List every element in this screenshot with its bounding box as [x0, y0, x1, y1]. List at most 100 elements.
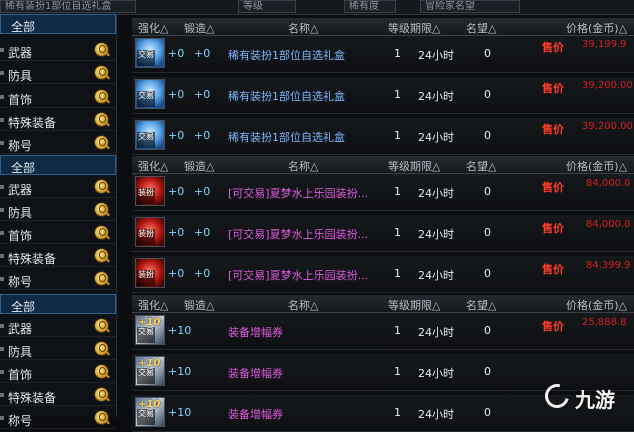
sort-fame-header[interactable]: 名望△	[466, 297, 496, 313]
expand-icon	[0, 254, 4, 258]
sidebar-item-weapon[interactable]: 武器	[0, 41, 116, 61]
search-icon[interactable]	[95, 319, 108, 332]
sidebar-item-label: 防具	[8, 69, 33, 83]
listing-row[interactable]: 交易 +0 +0 稀有装扮1部位自选礼盒 1 24小时 0 售价 39,199.…	[132, 36, 634, 73]
expand-icon	[0, 324, 4, 328]
enhance-value: +0	[168, 88, 185, 101]
search-icon[interactable]	[95, 226, 108, 239]
search-icon[interactable]	[95, 113, 108, 126]
gift-box-icon[interactable]: 交易	[135, 38, 165, 68]
expand-icon	[0, 118, 4, 122]
fame-value: 0	[484, 129, 491, 142]
fame-value: 0	[484, 324, 491, 337]
search-icon[interactable]	[95, 411, 108, 424]
expand-icon	[0, 347, 4, 351]
sort-name-header[interactable]: 名称△	[288, 297, 318, 313]
sidebar-item-title[interactable]: 称号	[0, 409, 116, 429]
search-icon[interactable]	[95, 388, 108, 401]
sidebar-item-label: 特殊装备	[8, 252, 57, 266]
sidebar-item-label: 武器	[8, 183, 33, 197]
fame-value: 0	[484, 47, 491, 60]
sort-name-header[interactable]: 名称△	[288, 158, 318, 174]
costume-icon[interactable]: 装扮	[135, 217, 165, 247]
sidebar-item-all[interactable]: 全部	[0, 155, 116, 175]
sort-enhance-header[interactable]: 强化△	[138, 297, 168, 313]
sidebar-item-title[interactable]: 称号	[0, 270, 116, 290]
enhance-value: +0	[168, 267, 185, 280]
amplify-coupon-icon[interactable]: +10 交易	[135, 356, 165, 386]
amplify-coupon-icon[interactable]: +10 交易	[135, 315, 165, 345]
sort-fame-header[interactable]: 名望△	[466, 20, 496, 36]
quantity: 1	[394, 226, 401, 239]
search-icon[interactable]	[95, 43, 108, 56]
sort-forge-header[interactable]: 锻造△	[184, 158, 214, 174]
search-icon[interactable]	[95, 66, 108, 79]
sidebar-item-all[interactable]: 全部	[0, 294, 116, 314]
sort-fame-header[interactable]: 名望△	[466, 158, 496, 174]
sort-name-header[interactable]: 名称△	[288, 20, 318, 36]
sidebar-item-special[interactable]: 特殊装备	[0, 111, 116, 131]
quantity: 1	[394, 406, 401, 419]
search-icon[interactable]	[95, 249, 108, 262]
sort-forge-header[interactable]: 锻造△	[184, 297, 214, 313]
sidebar-item-weapon[interactable]: 武器	[0, 317, 116, 337]
sort-enhance-header[interactable]: 强化△	[138, 20, 168, 36]
sidebar-item-armor[interactable]: 防具	[0, 64, 116, 84]
listing-row[interactable]: 交易 +0 +0 稀有装扮1部位自选礼盒 1 24小时 0 售价 39,200.…	[132, 118, 634, 155]
sidebar-item-accessory[interactable]: 首饰	[0, 363, 116, 383]
listing-row[interactable]: +10 交易 +10 装备增幅券 1 24小时 0 售价 25,888.8	[132, 313, 634, 350]
sidebar-item-all[interactable]: 全部	[0, 14, 116, 34]
gift-box-icon[interactable]: 交易	[135, 120, 165, 150]
forge-value: +0	[194, 226, 211, 239]
quantity: 1	[394, 185, 401, 198]
search-icon[interactable]	[95, 203, 108, 216]
sidebar-item-armor[interactable]: 防具	[0, 340, 116, 360]
search-icon[interactable]	[95, 342, 108, 355]
sort-level-header[interactable]: 等级期限△	[388, 20, 440, 36]
enhance-value: +0	[168, 129, 185, 142]
sidebar-item-accessory[interactable]: 首饰	[0, 224, 116, 244]
search-icon[interactable]	[95, 365, 108, 378]
sidebar-item-accessory[interactable]: 首饰	[0, 88, 116, 108]
sidebar-item-special[interactable]: 特殊装备	[0, 386, 116, 406]
sidebar-item-special[interactable]: 特殊装备	[0, 247, 116, 267]
enhance-value: +10	[168, 365, 192, 378]
costume-icon[interactable]: 装扮	[135, 258, 165, 288]
sort-level-header[interactable]: 等级期限△	[388, 158, 440, 174]
sidebar-item-title[interactable]: 称号	[0, 134, 116, 154]
listing-row[interactable]: 装扮 +0 +0 [可交易]夏梦水上乐园装扮... 1 24小时 0 售价 84…	[132, 215, 634, 252]
auction-listing-panel: 强化△ 锻造△ 名称△ 等级期限△ 名望△ 价格(金币)△ 交易 +0 +0 稀…	[118, 14, 634, 432]
listing-row[interactable]: 装扮 +0 +0 [可交易]夏梦水上乐园装扮... 1 24小时 0 售价 84…	[132, 174, 634, 211]
gift-box-icon[interactable]: 交易	[135, 79, 165, 109]
sell-label: 售价	[542, 181, 564, 194]
listing-row[interactable]: 交易 +0 +0 稀有装扮1部位自选礼盒 1 24小时 0 售价 39,200.…	[132, 77, 634, 114]
tradable-tag: 交易	[137, 409, 155, 425]
sidebar-item-label: 首饰	[8, 368, 33, 382]
sort-enhance-header[interactable]: 强化△	[138, 158, 168, 174]
costume-icon[interactable]: 装扮	[135, 176, 165, 206]
costume-tag: 装扮	[137, 270, 155, 286]
item-name-filter[interactable]: 稀有装扮1部位自选礼盒	[0, 0, 136, 13]
expand-icon	[0, 208, 4, 212]
sort-forge-header[interactable]: 锻造△	[184, 20, 214, 36]
level-filter[interactable]: 等级	[238, 0, 296, 13]
fame-filter[interactable]: 冒险家名望	[420, 0, 520, 13]
rarity-filter[interactable]: 稀有度	[344, 0, 396, 13]
search-icon[interactable]	[95, 90, 108, 103]
listing-row[interactable]: 装扮 +0 +0 [可交易]夏梦水上乐园装扮... 1 24小时 0 售价 84…	[132, 256, 634, 293]
sort-price-header[interactable]: 价格(金币)△	[566, 158, 627, 174]
enhance-value: +0	[168, 226, 185, 239]
search-icon[interactable]	[95, 136, 108, 149]
sidebar-item-weapon[interactable]: 武器	[0, 178, 116, 198]
tradable-tag: 交易	[137, 50, 155, 66]
amplify-coupon-icon[interactable]: +10 交易	[135, 397, 165, 427]
search-icon[interactable]	[95, 272, 108, 285]
sort-price-header[interactable]: 价格(金币)△	[566, 297, 627, 313]
sort-price-header[interactable]: 价格(金币)△	[566, 20, 627, 36]
sort-level-header[interactable]: 等级期限△	[388, 297, 440, 313]
sidebar-item-armor[interactable]: 防具	[0, 201, 116, 221]
price-value: 39,199.9	[582, 39, 627, 50]
sidebar-item-label: 称号	[8, 275, 33, 289]
sidebar-item-label: 武器	[8, 46, 33, 60]
search-icon[interactable]	[95, 180, 108, 193]
